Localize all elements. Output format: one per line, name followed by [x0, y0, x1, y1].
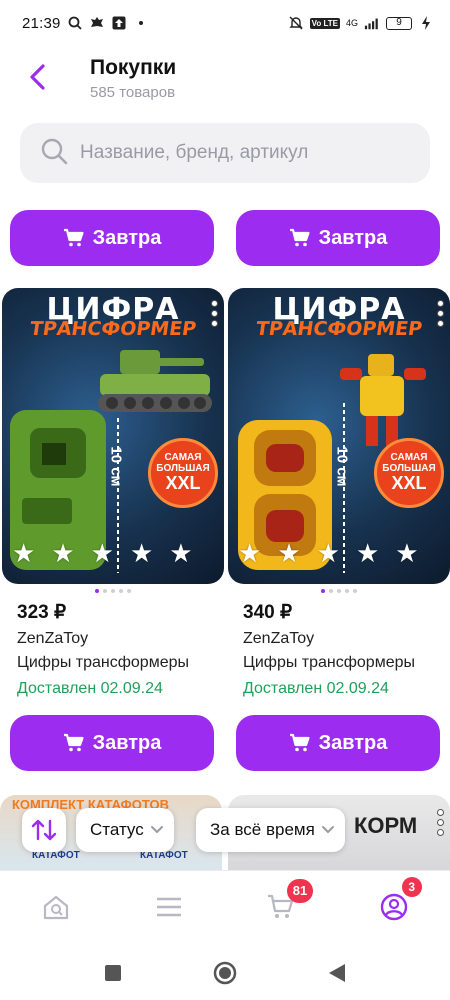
period-filter[interactable]: За всё время [196, 808, 345, 852]
more-options-icon[interactable] [437, 300, 444, 327]
nav-home[interactable] [34, 885, 78, 929]
dot-icon [133, 15, 149, 31]
buy-button-label: Завтра [318, 226, 388, 249]
product-price: 323 ₽ [17, 602, 67, 623]
product-name: Цифры трансформеры [243, 654, 415, 671]
rating-stars[interactable]: ★ ★ ★ ★ ★ [238, 540, 419, 566]
more-options-icon[interactable] [211, 300, 218, 327]
system-navigation [0, 945, 450, 1000]
nav-cart[interactable]: 81 [259, 878, 314, 929]
product-card[interactable]: ЦИФРА ТРАНСФОРМЕР 10 см САМАЯ БОЛЬШАЯ XX… [2, 288, 224, 698]
page-title: Покупки [90, 56, 177, 79]
charging-icon [418, 15, 434, 31]
star-icon[interactable]: ★ [12, 540, 35, 566]
status-filter-label: Статус [90, 820, 144, 839]
back-system-button[interactable] [325, 961, 349, 985]
upload-icon [111, 15, 127, 31]
buy-button-label: Завтра [92, 731, 162, 754]
sort-icon [31, 819, 57, 841]
nav-profile[interactable]: 3 [372, 876, 422, 929]
menu-icon [156, 897, 181, 916]
star-icon[interactable]: ★ [395, 540, 418, 566]
cart-icon [289, 228, 310, 247]
product-name: Цифры трансформеры [17, 654, 189, 671]
partial-image-title: КОРМ [354, 813, 418, 838]
battery-icon: 9 [386, 16, 412, 30]
carousel-dots [2, 589, 224, 595]
signal-icon [364, 15, 380, 31]
buy-tomorrow-button[interactable]: Завтра [10, 715, 214, 771]
chevron-down-icon [150, 826, 163, 834]
star-icon[interactable]: ★ [169, 540, 192, 566]
bottom-navigation: 81 3 [0, 870, 450, 942]
search-icon [67, 15, 83, 31]
status-filter[interactable]: Статус [76, 808, 174, 852]
network-label: 4G [345, 18, 358, 28]
period-filter-label: За всё время [210, 820, 315, 839]
buy-button-label: Завтра [92, 226, 162, 249]
chevron-down-icon [321, 826, 334, 834]
star-icon[interactable]: ★ [91, 540, 114, 566]
delivery-status: Доставлен 02.09.24 [243, 680, 389, 697]
emblem-icon [89, 15, 105, 31]
image-size-label: 10 см [107, 446, 125, 487]
product-brand: ZenZaToy [243, 630, 315, 647]
cart-count-badge: 81 [286, 878, 314, 903]
buy-button-label: Завтра [318, 731, 388, 754]
star-icon[interactable]: ★ [130, 540, 153, 566]
nav-catalog[interactable] [147, 885, 191, 929]
home-button[interactable] [213, 961, 237, 985]
rating-stars[interactable]: ★ ★ ★ ★ ★ [12, 540, 193, 566]
carousel-dots [228, 589, 450, 595]
cart-icon [63, 228, 84, 247]
image-badge: САМАЯ БОЛЬШАЯ XXL [148, 438, 218, 508]
search-input[interactable] [80, 142, 400, 164]
search-bar[interactable] [20, 123, 430, 183]
product-price: 340 ₽ [243, 602, 293, 623]
product-image[interactable]: ЦИФРА ТРАНСФОРМЕР 10 см САМАЯ БОЛЬШАЯ XX… [228, 288, 450, 584]
star-icon[interactable]: ★ [277, 540, 300, 566]
home-search-icon [44, 895, 69, 919]
search-icon [40, 137, 68, 170]
cart-icon [63, 733, 84, 752]
delivery-status: Доставлен 02.09.24 [17, 680, 163, 697]
buy-tomorrow-button[interactable]: Завтра [10, 210, 214, 266]
profile-count-badge: 3 [401, 876, 422, 897]
product-card[interactable]: ЦИФРА ТРАНСФОРМЕР 10 см САМАЯ БОЛЬШАЯ XX… [228, 288, 450, 698]
sort-button[interactable] [22, 808, 66, 852]
star-icon[interactable]: ★ [317, 540, 340, 566]
star-icon[interactable]: ★ [356, 540, 379, 566]
cart-icon [289, 733, 310, 752]
more-options-icon[interactable] [437, 809, 444, 836]
chevron-left-icon [30, 64, 45, 90]
star-icon[interactable]: ★ [238, 540, 261, 566]
status-time: 21:39 [22, 14, 61, 32]
back-button[interactable] [22, 62, 52, 92]
star-icon[interactable]: ★ [51, 540, 74, 566]
square-icon [105, 964, 121, 981]
product-brand: ZenZaToy [17, 630, 89, 647]
profile-icon [380, 893, 407, 920]
status-bar: 21:39 Vo LTE 4G 9 [0, 0, 450, 46]
header: Покупки 585 товаров [0, 50, 450, 110]
product-image[interactable]: ЦИФРА ТРАНСФОРМЕР 10 см САМАЯ БОЛЬШАЯ XX… [2, 288, 224, 584]
volte-label: Vo LTE [309, 17, 340, 29]
bell-off-icon [288, 15, 304, 31]
circle-icon [213, 961, 237, 984]
buy-tomorrow-button[interactable]: Завтра [236, 210, 440, 266]
recents-button[interactable] [101, 961, 125, 985]
buy-tomorrow-button[interactable]: Завтра [236, 715, 440, 771]
items-count: 585 товаров [90, 84, 176, 101]
image-size-label: 10 см [333, 446, 351, 487]
image-badge: САМАЯ БОЛЬШАЯ XXL [374, 438, 444, 508]
triangle-back-icon [329, 963, 345, 982]
